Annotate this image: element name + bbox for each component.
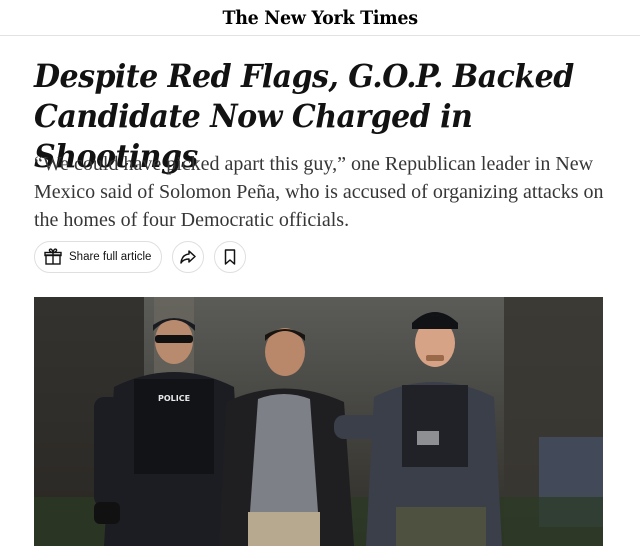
share-arrow-icon (179, 248, 197, 266)
article-photo[interactable]: POLICE (34, 297, 603, 546)
bookmark-icon (222, 248, 238, 266)
police-vest-label: POLICE (158, 394, 190, 403)
save-button[interactable] (214, 241, 247, 273)
article-actions: Share full article (34, 241, 247, 273)
share-label: Share full article (69, 251, 152, 263)
share-button[interactable] (172, 241, 205, 273)
share-full-article-button[interactable]: Share full article (34, 241, 163, 273)
nyt-logo[interactable]: The New York Times (222, 7, 418, 29)
gift-icon (43, 247, 63, 267)
masthead: The New York Times (0, 0, 640, 36)
article-summary: “We could have picked apart this guy,” o… (34, 153, 604, 231)
